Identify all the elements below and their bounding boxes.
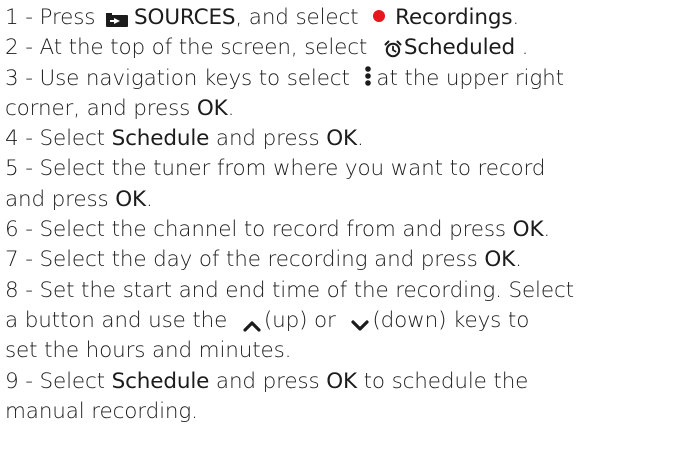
step-8-continued-2: set the hours and minutes. xyxy=(5,336,691,366)
ok-key-label: OK xyxy=(326,368,357,394)
step-number: 8 - xyxy=(5,277,40,303)
step-text: . xyxy=(515,247,522,273)
step-9: 9 - Select Schedule and press OK to sche… xyxy=(5,367,691,397)
schedule-label: Schedule xyxy=(111,368,210,394)
ok-key-label: OK xyxy=(115,186,146,212)
ok-key-label: OK xyxy=(512,217,544,243)
step-text: and press xyxy=(5,186,116,212)
step-1: 1 - Press SOURCES, and select Recordings… xyxy=(5,3,691,33)
step-text: Select xyxy=(39,368,112,394)
recordings-label: Recordings xyxy=(395,5,513,30)
step-text: at the upper right xyxy=(376,65,564,91)
alarm-clock-icon xyxy=(384,37,402,58)
step-5-continued: and press OK. xyxy=(5,185,691,215)
step-text: to schedule the xyxy=(356,368,529,394)
chevron-up-icon xyxy=(242,312,262,332)
instruction-steps: 1 - Press SOURCES, and select Recordings… xyxy=(5,3,691,427)
sources-input-icon xyxy=(106,8,129,27)
step-text: . xyxy=(146,186,153,212)
step-text: Use navigation keys to select xyxy=(39,65,357,91)
step-number: 4 - xyxy=(5,126,40,152)
step-text: and press xyxy=(209,126,327,152)
step-text: . xyxy=(543,217,551,243)
step-2: 2 - At the top of the screen, select Sch… xyxy=(5,33,691,63)
step-text: Press xyxy=(39,5,103,30)
step-text: Select xyxy=(39,126,112,152)
step-text: , and select xyxy=(235,5,366,30)
scheduled-label: Scheduled xyxy=(403,35,515,61)
step-9-continued: manual recording. xyxy=(5,397,691,427)
chevron-down-icon xyxy=(350,312,370,331)
step-text: set the hours and minutes. xyxy=(5,338,292,364)
ok-key-label: OK xyxy=(326,126,357,152)
step-number: 1 - xyxy=(5,5,40,30)
sources-key-label: SOURCES xyxy=(134,5,236,30)
step-text: Select the day of the recording and pres… xyxy=(39,247,485,273)
step-text: . xyxy=(227,95,235,121)
step-text: . xyxy=(512,5,520,30)
step-text: (down) keys to xyxy=(372,307,530,333)
step-text: . xyxy=(514,35,529,61)
step-text: Select the tuner from where you want to … xyxy=(39,156,546,182)
step-3: 3 - Use navigation keys to select at the… xyxy=(5,64,691,94)
vertical-ellipsis-icon xyxy=(364,65,372,87)
step-4: 4 - Select Schedule and press OK. xyxy=(5,124,691,154)
step-text: At the top of the screen, select xyxy=(39,35,374,61)
ok-key-label: OK xyxy=(196,95,228,121)
step-text: Set the start and end time of the record… xyxy=(39,277,575,303)
step-text: corner, and press xyxy=(5,95,197,121)
step-text: Select the channel to record from and pr… xyxy=(39,217,513,243)
schedule-label: Schedule xyxy=(111,126,210,152)
step-text: . xyxy=(356,126,364,152)
step-number: 7 - xyxy=(5,247,40,273)
step-7: 7 - Select the day of the recording and … xyxy=(5,245,691,275)
step-5: 5 - Select the tuner from where you want… xyxy=(5,154,691,184)
record-dot-icon xyxy=(373,10,386,22)
ok-key-label: OK xyxy=(484,247,516,273)
step-number: 9 - xyxy=(5,368,40,394)
step-number: 5 - xyxy=(5,156,40,182)
step-number: 3 - xyxy=(5,65,40,91)
step-number: 6 - xyxy=(5,217,40,243)
step-8: 8 - Set the start and end time of the re… xyxy=(5,276,691,306)
step-8-continued: a button and use the (up) or (down) keys… xyxy=(5,306,691,336)
step-text: (up) or xyxy=(263,307,343,333)
step-number: 2 - xyxy=(5,35,40,61)
step-3-continued: corner, and press OK. xyxy=(5,94,691,124)
step-text: and press xyxy=(209,368,327,394)
step-text: a button and use the xyxy=(5,307,234,333)
step-text: manual recording. xyxy=(5,398,198,424)
step-6: 6 - Select the channel to record from an… xyxy=(5,215,691,245)
